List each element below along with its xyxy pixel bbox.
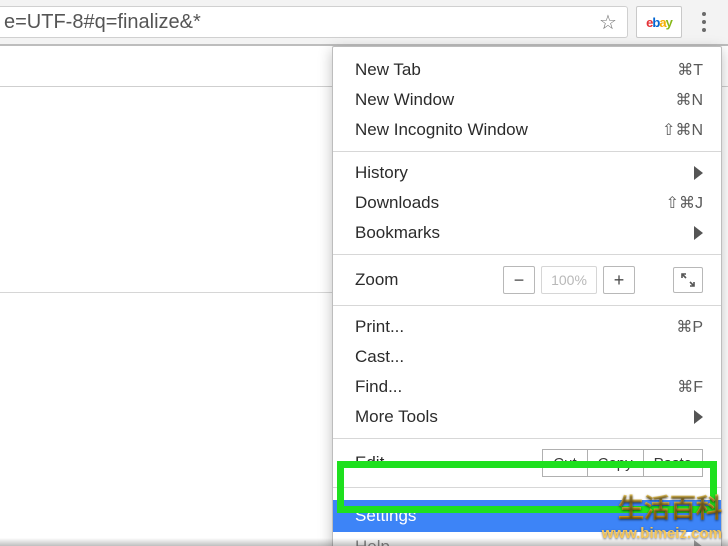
kebab-dot-icon (702, 20, 706, 24)
menu-item-new-tab[interactable]: New Tab ⌘T (333, 55, 721, 85)
chrome-main-menu: New Tab ⌘T New Window ⌘N New Incognito W… (332, 46, 722, 546)
menu-item-new-window[interactable]: New Window ⌘N (333, 85, 721, 115)
menu-accelerator: ⇧⌘J (651, 193, 703, 213)
menu-item-history[interactable]: History (333, 158, 721, 188)
menu-accelerator: ⌘T (651, 60, 703, 80)
menu-label: Cast... (355, 347, 703, 367)
menu-item-bookmarks[interactable]: Bookmarks (333, 218, 721, 248)
fullscreen-icon (681, 273, 695, 287)
fullscreen-button[interactable] (673, 267, 703, 293)
extension-ebay-button[interactable]: ebay (636, 6, 682, 38)
menu-item-zoom: Zoom − 100% + (333, 261, 721, 299)
submenu-arrow-icon (694, 410, 703, 424)
menu-accelerator: ⌘P (651, 317, 703, 337)
menu-label: Downloads (355, 193, 651, 213)
kebab-dot-icon (702, 28, 706, 32)
menu-label: Edit (355, 453, 542, 473)
menu-accelerator: ⌘N (651, 90, 703, 110)
menu-label: History (355, 163, 694, 183)
submenu-arrow-icon (694, 226, 703, 240)
menu-label: Settings (355, 506, 703, 526)
edit-paste-button[interactable]: Paste (643, 449, 703, 477)
zoom-percent: 100% (541, 266, 597, 294)
menu-item-settings[interactable]: Settings (333, 500, 721, 532)
submenu-arrow-icon (694, 540, 703, 546)
menu-item-cast[interactable]: Cast... (333, 342, 721, 372)
menu-label: Zoom (355, 270, 503, 290)
bookmark-star-icon[interactable]: ☆ (597, 11, 619, 33)
chrome-menu-button[interactable] (690, 7, 718, 37)
menu-label: New Incognito Window (355, 120, 651, 140)
menu-label: More Tools (355, 407, 694, 427)
menu-label: Find... (355, 377, 651, 397)
menu-separator (333, 487, 721, 488)
address-bar: e=UTF-8#q=finalize&* ☆ ebay (0, 0, 728, 46)
menu-accelerator: ⌘F (651, 377, 703, 397)
menu-item-new-incognito[interactable]: New Incognito Window ⇧⌘N (333, 115, 721, 145)
menu-separator (333, 438, 721, 439)
page-mid-divider (0, 292, 332, 293)
edit-copy-button[interactable]: Copy (587, 449, 644, 477)
menu-label: New Window (355, 90, 651, 110)
url-text: e=UTF-8#q=finalize&* (4, 11, 597, 34)
menu-label: Bookmarks (355, 223, 694, 243)
edit-cut-button[interactable]: Cut (542, 449, 587, 477)
menu-accelerator: ⇧⌘N (651, 120, 703, 140)
menu-item-print[interactable]: Print... ⌘P (333, 312, 721, 342)
menu-item-find[interactable]: Find... ⌘F (333, 372, 721, 402)
menu-label: New Tab (355, 60, 651, 80)
menu-item-help[interactable]: Help (333, 532, 721, 546)
menu-item-more-tools[interactable]: More Tools (333, 402, 721, 432)
menu-separator (333, 305, 721, 306)
menu-separator (333, 254, 721, 255)
kebab-dot-icon (702, 12, 706, 16)
menu-item-downloads[interactable]: Downloads ⇧⌘J (333, 188, 721, 218)
menu-item-edit: Edit Cut Copy Paste (333, 445, 721, 481)
zoom-in-button[interactable]: + (603, 266, 635, 294)
menu-label: Help (355, 537, 694, 546)
submenu-arrow-icon (694, 166, 703, 180)
menu-separator (333, 151, 721, 152)
menu-label: Print... (355, 317, 651, 337)
omnibox[interactable]: e=UTF-8#q=finalize&* ☆ (0, 6, 628, 38)
zoom-out-button[interactable]: − (503, 266, 535, 294)
